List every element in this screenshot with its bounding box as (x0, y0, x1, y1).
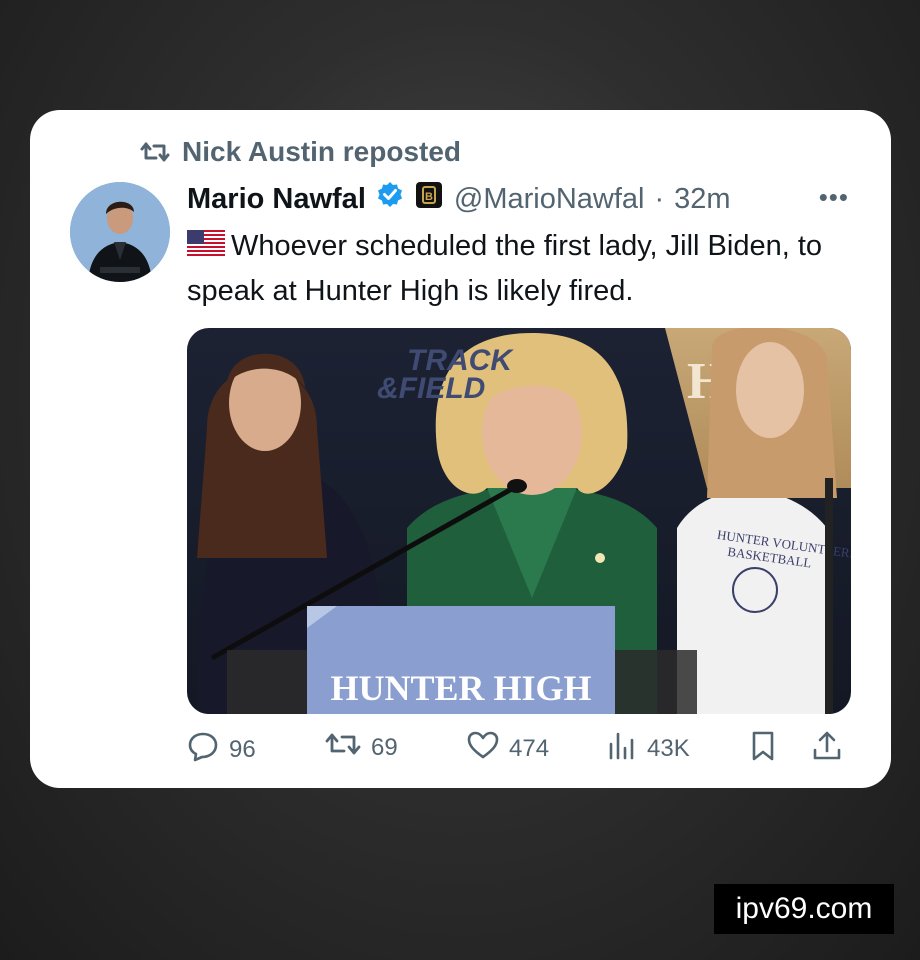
share-icon (811, 730, 843, 769)
tweet-header: Mario Nawfal B @MarioNawfal · 32m (187, 180, 731, 218)
reply-button[interactable]: 96 (187, 730, 256, 769)
author-handle[interactable]: @MarioNawfal (454, 183, 645, 216)
views-chart-icon (607, 730, 637, 767)
tweet-card[interactable]: Nick Austin reposted Mario Nawfal B @Mar… (30, 110, 891, 788)
views-button[interactable]: 43K (607, 730, 690, 767)
reply-icon (187, 730, 219, 769)
reply-count: 96 (229, 735, 256, 763)
share-button[interactable] (811, 730, 843, 769)
like-button[interactable]: 474 (467, 730, 549, 767)
repost-count: 69 (371, 733, 398, 761)
more-options-icon[interactable]: ••• (819, 182, 849, 213)
svg-text:&FIELD: &FIELD (377, 372, 485, 405)
verified-badge-icon (376, 181, 404, 217)
views-count: 43K (647, 734, 690, 762)
bookmark-icon (749, 730, 777, 769)
us-flag-icon (187, 225, 225, 269)
watermark: ipv69.com (714, 884, 894, 934)
avatar[interactable] (70, 182, 170, 282)
podium-sign-text: HUNTER HIGH (330, 668, 591, 708)
bookmark-button[interactable] (749, 730, 777, 769)
heart-icon (467, 730, 499, 767)
repost-button[interactable]: 69 (325, 730, 398, 765)
tweet-body: Whoever scheduled the first lady, Jill B… (187, 230, 823, 308)
svg-text:B: B (425, 191, 433, 203)
tweet-text: Whoever scheduled the first lady, Jill B… (187, 224, 867, 313)
repost-label: Nick Austin reposted (182, 136, 462, 167)
tweet-actions: 96 69 474 43K (187, 730, 851, 774)
affiliate-badge-icon[interactable]: B (414, 180, 444, 218)
author-name[interactable]: Mario Nawfal (187, 183, 366, 216)
separator-dot: · (654, 182, 665, 215)
tweet-media-image[interactable]: H HUNTER VOLUNTEERS BASKETBALL HUNTER HI… (187, 328, 851, 714)
post-time[interactable]: 32m (674, 183, 730, 216)
repost-icon (140, 140, 170, 164)
like-count: 474 (509, 734, 550, 762)
repost-context[interactable]: Nick Austin reposted (140, 136, 461, 168)
repost-action-icon (325, 730, 361, 765)
